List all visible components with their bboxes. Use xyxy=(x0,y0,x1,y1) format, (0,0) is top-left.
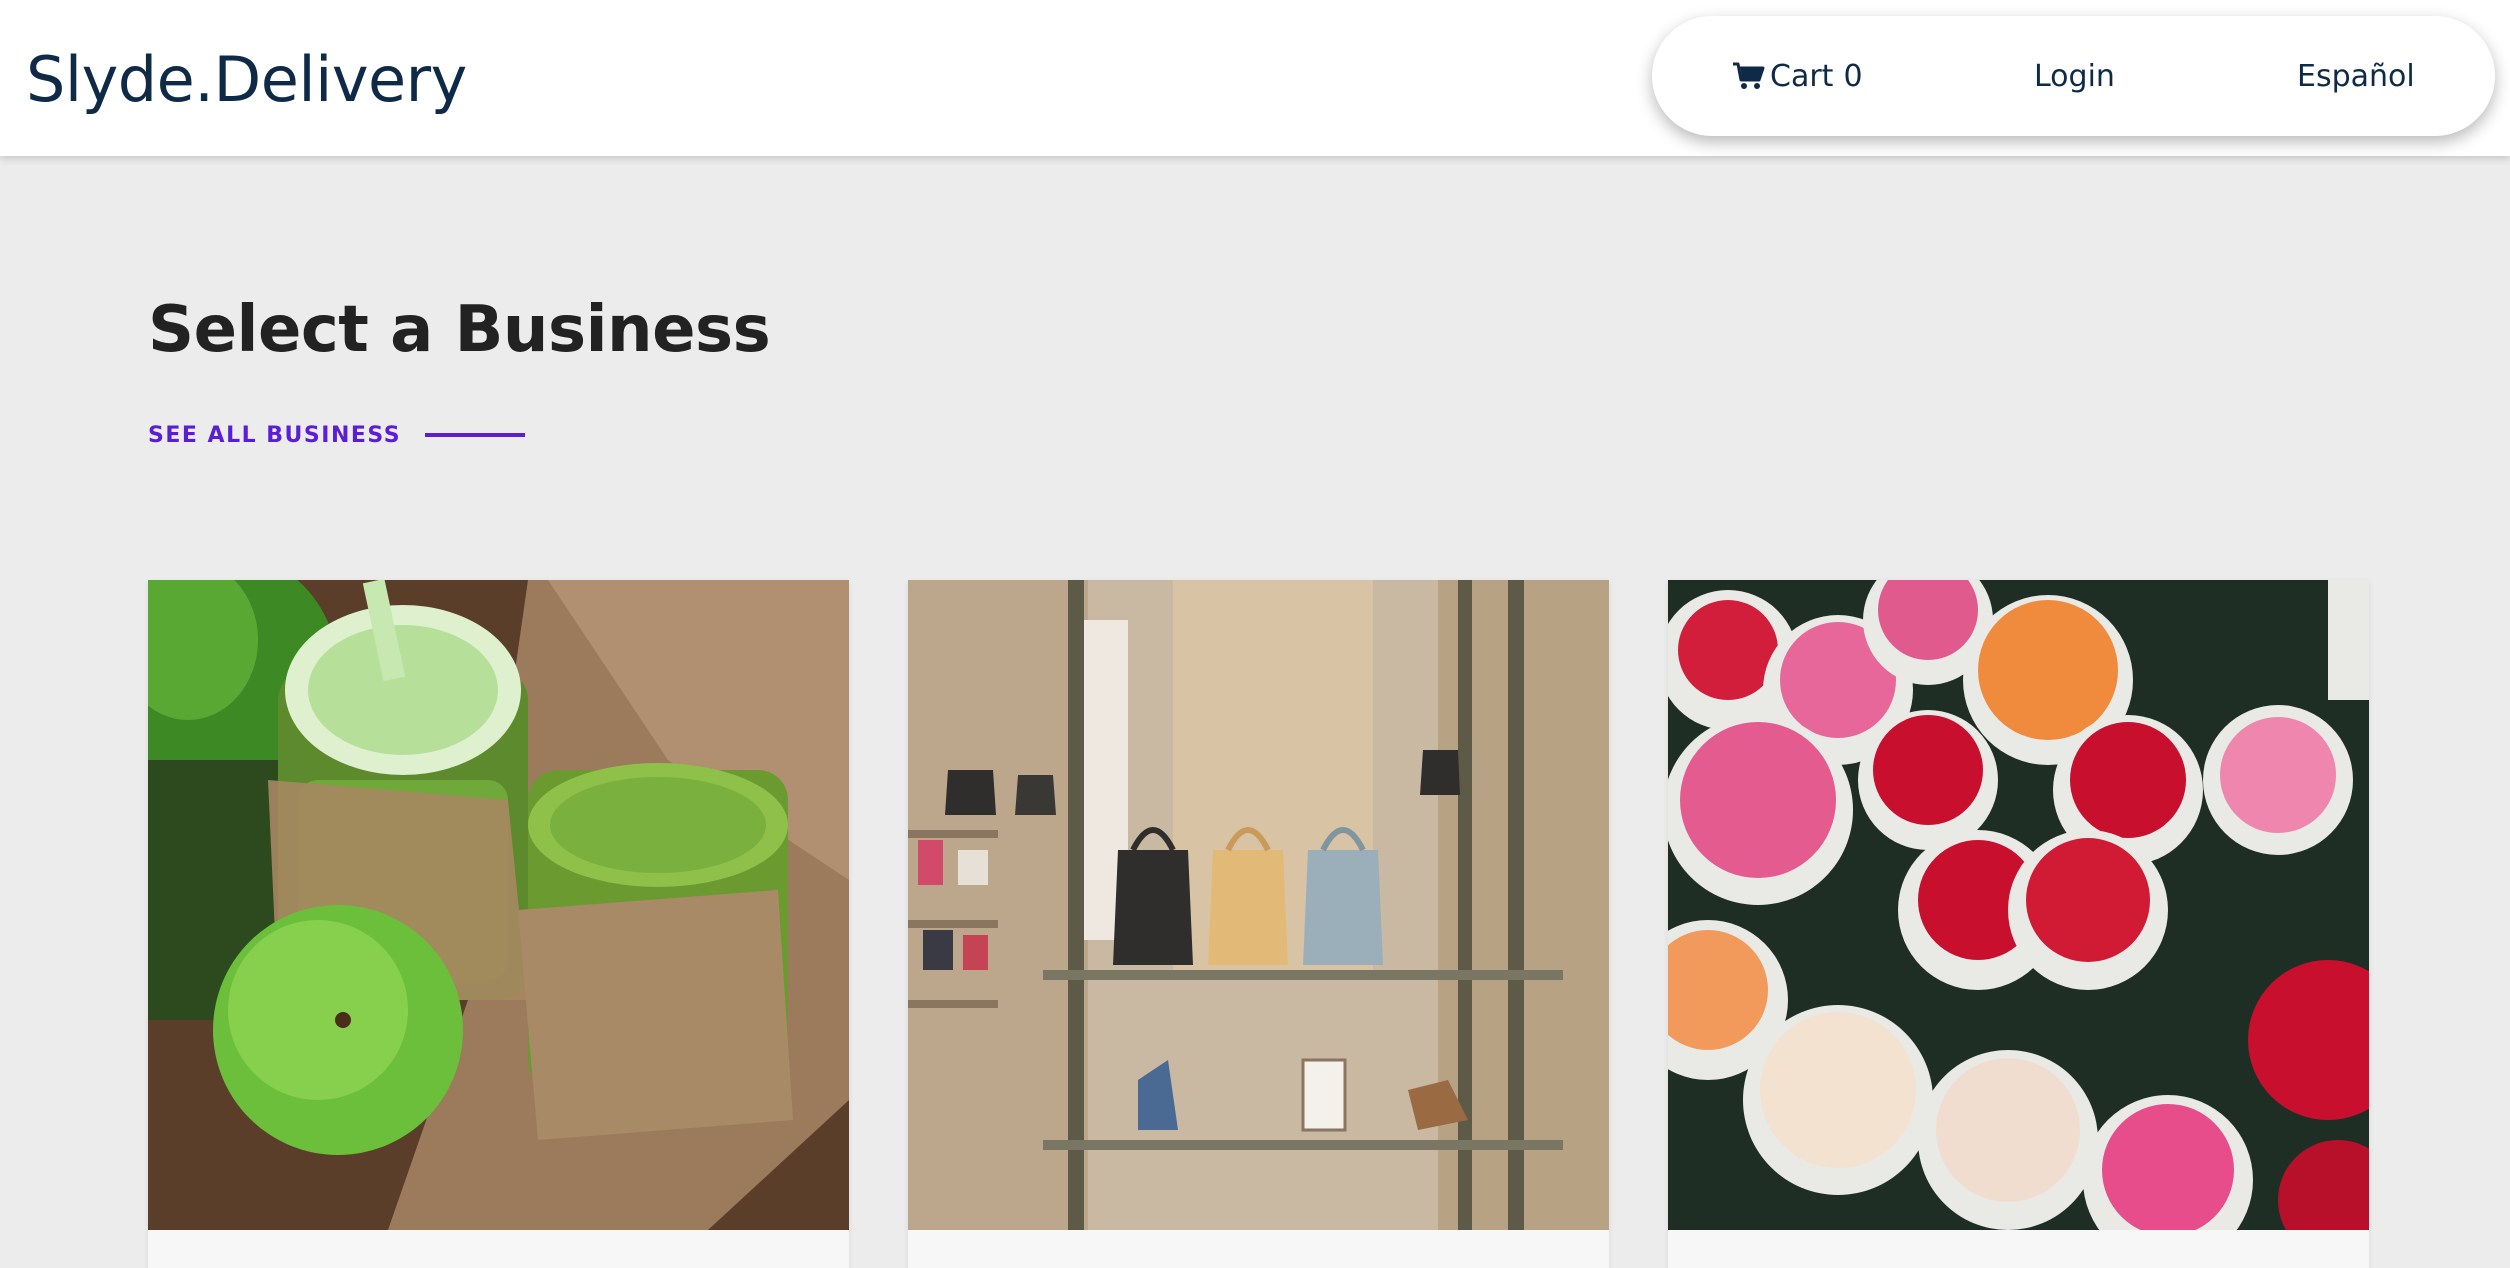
handbag-boutique-image xyxy=(908,580,1609,1230)
business-card[interactable] xyxy=(1668,580,2369,1268)
business-card[interactable] xyxy=(148,580,849,1268)
brand-logo[interactable]: Slyde.Delivery xyxy=(26,42,467,118)
language-toggle[interactable]: Español xyxy=(2297,16,2415,136)
main-nav: Cart 0 Login Español xyxy=(1652,16,2495,136)
cart-button[interactable]: Cart 0 xyxy=(1732,16,1863,136)
cart-count: 0 xyxy=(1843,58,1863,94)
cart-label: Cart xyxy=(1770,58,1834,94)
site-header: Slyde.Delivery Cart 0 Login Español xyxy=(0,0,2510,156)
green-smoothie-jars-image xyxy=(148,580,849,1230)
card-footer xyxy=(908,1230,1609,1268)
business-card[interactable] xyxy=(908,580,1609,1268)
page: Slyde.Delivery Cart 0 Login Español Sele… xyxy=(0,0,2510,1268)
cart-icon xyxy=(1732,61,1766,91)
card-footer xyxy=(1668,1230,2369,1268)
see-all-underline xyxy=(425,433,526,437)
card-footer xyxy=(148,1230,849,1268)
flower-bouquets-image xyxy=(1668,580,2369,1230)
see-all-label: SEE ALL BUSINESS xyxy=(148,422,402,448)
see-all-business-link[interactable]: SEE ALL BUSINESS xyxy=(148,418,526,452)
section-title: Select a Business xyxy=(148,293,771,367)
login-link[interactable]: Login xyxy=(2034,16,2115,136)
